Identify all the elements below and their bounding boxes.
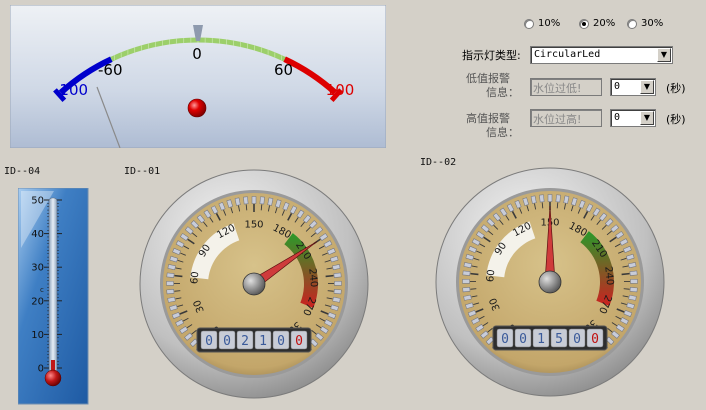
gauge-counter-digit: 0 [205, 334, 213, 349]
gauge-rim-bead [333, 272, 342, 278]
top-meter-label: 60 [274, 61, 293, 79]
gauge-counter-digit: 5 [555, 332, 563, 347]
chevron-down-icon[interactable]: ▼ [657, 48, 671, 62]
high-alarm-seconds-unit: (秒) [666, 113, 686, 126]
radio-label: 10% [538, 18, 561, 29]
low-alarm-seconds-select[interactable]: 0 ▼ [610, 78, 656, 96]
gauge-tick [260, 204, 263, 211]
gauge1-widget: 0306090120150180210240270300002100 [138, 168, 370, 400]
gauge-counter-digit: 0 [223, 334, 231, 349]
thermometer-id-label: ID--04 [4, 166, 41, 177]
gauge-counter-digit: 0 [591, 332, 599, 347]
gauge-tick [470, 272, 479, 276]
thermometer-widget: c 50 40 30 20 10 0 [17, 187, 90, 406]
thermometer-svg: c 50 40 30 20 10 0 [17, 187, 89, 405]
gauge-scale-label: 60 [485, 269, 497, 283]
high-alarm-seconds-select[interactable]: 0 ▼ [610, 109, 656, 127]
chevron-down-icon[interactable]: ▼ [640, 111, 654, 125]
gauge-rim-bead [243, 196, 249, 205]
radio-dot[interactable] [627, 18, 637, 29]
indicator-type-label: 指示灯类型: [462, 49, 521, 62]
gauge-tick [623, 288, 630, 290]
radio-option-30[interactable]: 30% [627, 18, 663, 29]
high-alarm-label-line2: 信息： [486, 126, 519, 139]
radio-dot[interactable] [524, 18, 534, 29]
gauge-counter-digit: 0 [573, 332, 581, 347]
gauge-tick [556, 202, 559, 209]
indicator-type-value: CircularLed [534, 49, 601, 60]
gauge-rim-bead [539, 194, 545, 203]
radio-label: 20% [593, 18, 616, 29]
gauge1-svg: 0306090120150180210240270300002100 [139, 169, 369, 399]
gauge-tick [325, 274, 334, 278]
gauge-rim-bead [251, 196, 257, 204]
gauge2-widget: 0306090120150180210240270300001500 [434, 166, 666, 398]
indicator-type-select[interactable]: CircularLed ▼ [530, 46, 673, 64]
thermometer-tube [48, 197, 58, 375]
gauge-rim-bead [334, 281, 342, 286]
low-alarm-seconds-value: 0 [614, 81, 621, 92]
gauge-counter-digit: 2 [241, 334, 249, 349]
top-analog-meter: -100 -60 0 60 100 [10, 5, 386, 148]
gauge-rim-bead [462, 279, 470, 284]
thermometer-scale-label: 50 [31, 196, 44, 207]
gauge-scale-label: 240 [602, 266, 615, 286]
low-alarm-message-input[interactable]: 水位过低! [530, 78, 602, 96]
gauge-rim-bead [555, 194, 561, 203]
gauge-tick [541, 202, 544, 209]
gauge-rim-bead [630, 279, 638, 284]
thermometer-scale-label: 40 [31, 229, 44, 240]
high-alarm-seconds-value: 0 [614, 112, 621, 123]
gauge-counter-digit: 1 [259, 334, 267, 349]
gauge-rim-bead [462, 270, 471, 276]
gauge-tick [621, 272, 630, 276]
alarm-led-indicator [187, 98, 207, 118]
gauge-scale-label: 240 [306, 268, 319, 288]
thermometer-scale-label: 20 [31, 296, 44, 307]
gauge-counter-digit: 0 [277, 334, 285, 349]
radio-label: 30% [641, 18, 664, 29]
top-meter-label: 0 [192, 45, 202, 63]
low-alarm-label-line2: 信息： [486, 86, 519, 99]
radio-option-20[interactable]: 20% [579, 18, 615, 29]
chevron-down-icon[interactable]: ▼ [640, 80, 654, 94]
gauge-counter-digit: 0 [295, 334, 303, 349]
gauge-rim-bead [462, 287, 471, 293]
radio-option-10[interactable]: 10% [524, 18, 560, 29]
gauge-hub [242, 272, 266, 296]
gauge-rim-bead [259, 196, 265, 205]
gauge-scale-label: 150 [244, 220, 263, 231]
radio-dot-selected[interactable] [579, 18, 589, 29]
gauge-rim-bead [547, 194, 553, 202]
gauge-rim-bead [166, 281, 174, 286]
thermometer-bulb [44, 369, 62, 387]
thermometer-scale-label: 30 [31, 263, 44, 274]
top-meter-label-min: -100 [54, 81, 88, 99]
high-alarm-message-input[interactable]: 水位过高! [530, 109, 602, 127]
gauge-rim-bead [629, 270, 638, 276]
gauge-rim-bead [166, 272, 175, 278]
gauge-scale-label: 60 [189, 271, 201, 285]
top-meter-label: -60 [98, 61, 123, 79]
gauge-counter-digit: 1 [537, 332, 545, 347]
gauge-tick [174, 274, 183, 278]
top-meter-label-max: 100 [326, 81, 355, 99]
thermometer-scale-label: 10 [31, 330, 44, 341]
gauge-rim-bead [333, 289, 342, 295]
low-alarm-seconds-unit: (秒) [666, 82, 686, 95]
gauge-tick [470, 288, 477, 290]
thermometer-unit: c [40, 286, 44, 294]
gauge-tick [327, 290, 334, 292]
top-meter-svg: -100 -60 0 60 100 [10, 5, 386, 148]
gauge-hub [538, 270, 562, 294]
gauge-rim-bead [629, 287, 638, 293]
gauge-rim-bead [166, 289, 175, 295]
thermometer-scale-label: 0 [38, 364, 44, 375]
gauge-tick [174, 290, 181, 292]
gauge-tick [245, 204, 248, 211]
gauge-counter-digit: 0 [501, 332, 509, 347]
gauge-counter-digit: 0 [519, 332, 527, 347]
gauge2-svg: 0306090120150180210240270300001500 [435, 167, 665, 397]
